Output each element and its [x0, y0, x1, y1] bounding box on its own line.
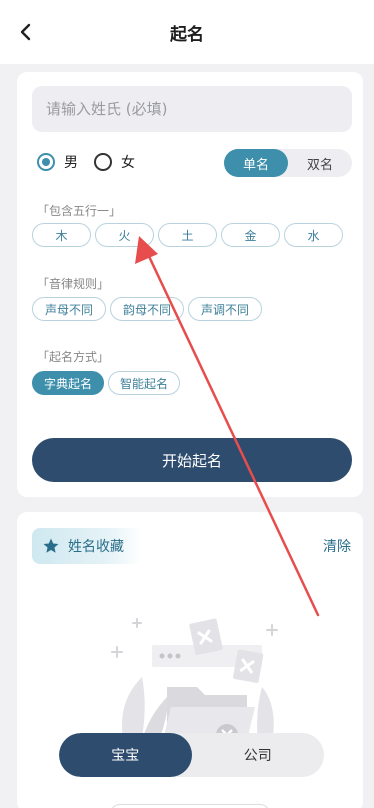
rule-tag-initial[interactable]: 声母不同 — [32, 297, 106, 321]
clear-favorites-button[interactable]: 清除 — [323, 536, 351, 556]
phonetic-rules-tags: 声母不同 韵母不同 声调不同 — [32, 297, 266, 321]
tab-company[interactable]: 公司 — [192, 733, 325, 777]
phonetic-rules-label: 「音律规则」 — [37, 277, 110, 291]
male-label[interactable]: 男 — [64, 152, 78, 172]
element-tag-metal[interactable]: 金 — [221, 223, 280, 247]
double-name-option[interactable]: 双名 — [288, 149, 352, 177]
naming-form-card: 男 女 单名 双名 「包含五行一」 木 火 土 金 水 「音律规则」 声母不同 … — [17, 72, 363, 497]
bottom-mode-tabs: 宝宝 公司 — [59, 733, 324, 777]
element-tag-fire[interactable]: 火 — [95, 223, 154, 247]
tab-baby[interactable]: 宝宝 — [59, 733, 192, 777]
favorites-title: 姓名收藏 — [68, 539, 124, 555]
element-tag-water[interactable]: 水 — [284, 223, 343, 247]
favorites-header: 姓名收藏 — [32, 528, 142, 564]
gender-selector: 男 女 — [37, 150, 151, 174]
surname-input[interactable] — [32, 86, 352, 132]
female-label[interactable]: 女 — [121, 152, 135, 172]
page-title: 起名 — [170, 25, 204, 45]
element-tag-earth[interactable]: 土 — [158, 223, 217, 247]
radio-selected-dot — [42, 158, 50, 166]
single-name-option[interactable]: 单名 — [224, 149, 288, 177]
element-tag-wood[interactable]: 木 — [32, 223, 91, 247]
start-naming-button[interactable]: 开始起名 — [32, 438, 352, 482]
five-elements-tags: 木 火 土 金 水 — [32, 223, 347, 247]
method-tag-smart[interactable]: 智能起名 — [108, 371, 180, 395]
rule-tag-final[interactable]: 韵母不同 — [110, 297, 184, 321]
naming-method-tags: 字典起名 智能起名 — [32, 371, 184, 395]
name-length-toggle: 单名 双名 — [224, 149, 352, 177]
naming-method-label: 「起名方式」 — [37, 350, 110, 364]
male-radio[interactable] — [37, 153, 55, 171]
partial-bottom-button[interactable] — [110, 804, 270, 808]
female-radio[interactable] — [94, 153, 112, 171]
method-tag-dictionary[interactable]: 字典起名 — [32, 371, 104, 395]
five-elements-label: 「包含五行一」 — [37, 204, 122, 218]
top-bar: 起名 — [0, 0, 374, 64]
star-icon — [43, 538, 59, 553]
rule-tag-tone[interactable]: 声调不同 — [188, 297, 262, 321]
